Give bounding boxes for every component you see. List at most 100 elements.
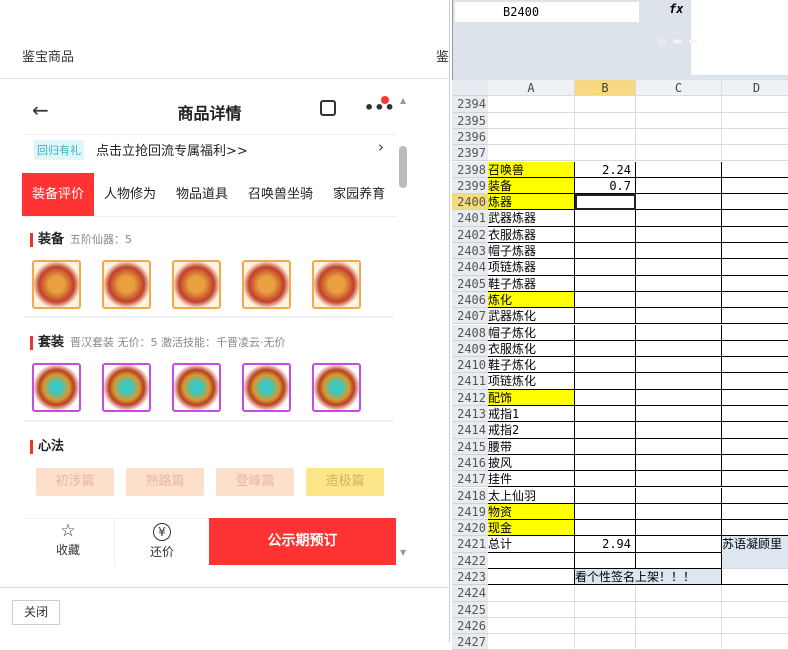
cell-c[interactable]: [636, 340, 722, 358]
row-header[interactable]: 2418: [452, 487, 488, 504]
row-header[interactable]: 2398: [452, 161, 488, 178]
cell-d[interactable]: [722, 569, 788, 586]
column-header[interactable]: A: [488, 80, 575, 97]
cell-b[interactable]: [575, 601, 636, 618]
row-header[interactable]: 2413: [452, 406, 488, 423]
cell-a[interactable]: 项链炼器: [488, 259, 575, 276]
cell-b[interactable]: [575, 389, 636, 406]
cell-d[interactable]: [722, 292, 788, 309]
row-header[interactable]: 2416: [452, 454, 488, 472]
cell-c[interactable]: [636, 454, 722, 472]
row-header[interactable]: 2424: [452, 585, 488, 602]
cell-d[interactable]: [722, 341, 788, 358]
cell-b[interactable]: [575, 340, 636, 358]
row-header[interactable]: 2409: [452, 340, 488, 358]
row-header[interactable]: 2395: [452, 112, 488, 129]
row-header[interactable]: 2407: [452, 308, 488, 325]
cell-c[interactable]: [636, 145, 722, 162]
promo-banner[interactable]: 回归有礼 点击立抢回流专属福利>> ›: [24, 134, 396, 162]
row-header[interactable]: 2403: [452, 243, 488, 260]
cell-c[interactable]: [636, 373, 722, 390]
cell-b[interactable]: [575, 226, 636, 243]
cell-d[interactable]: [722, 504, 788, 521]
cell-b[interactable]: 0.7: [575, 177, 636, 195]
formula-input[interactable]: [691, 0, 788, 75]
row-header[interactable]: 2426: [452, 617, 488, 635]
cell-a[interactable]: [488, 96, 575, 113]
cell-b[interactable]: [575, 96, 636, 113]
cell-c[interactable]: [636, 291, 722, 309]
equip-item-icon[interactable]: [312, 260, 361, 309]
suit-item-icon[interactable]: [312, 363, 361, 412]
cell-c[interactable]: [636, 128, 722, 146]
promo-text[interactable]: 点击立抢回流专属福利>>: [96, 140, 248, 159]
row-header[interactable]: 2408: [452, 324, 488, 341]
cell-a[interactable]: 戒指2: [488, 422, 575, 439]
cell-b[interactable]: [575, 503, 636, 521]
cell-b[interactable]: [575, 422, 636, 439]
cell-a[interactable]: 装备: [488, 177, 575, 195]
cell-b[interactable]: [575, 210, 636, 227]
cell-b[interactable]: [575, 275, 636, 292]
cell-d[interactable]: [722, 259, 788, 276]
cell-b[interactable]: [575, 617, 636, 635]
cell-c[interactable]: [636, 324, 722, 341]
cell-a[interactable]: 配饰: [488, 389, 575, 406]
equip-item-icon[interactable]: [242, 260, 291, 309]
cell-b[interactable]: [575, 194, 636, 211]
more-icon[interactable]: •••: [364, 98, 395, 117]
cell-a[interactable]: 衣服炼器: [488, 226, 575, 243]
cell-b[interactable]: [575, 357, 636, 374]
cell-c[interactable]: [636, 471, 722, 488]
cell-c[interactable]: [636, 226, 722, 243]
row-header[interactable]: 2399: [452, 177, 488, 195]
cell-a[interactable]: 炼器: [488, 194, 575, 211]
cell-c[interactable]: [636, 177, 722, 195]
cell-b[interactable]: [575, 438, 636, 455]
cell-c[interactable]: [636, 259, 722, 276]
cell-c[interactable]: [636, 210, 722, 227]
row-header[interactable]: 2402: [452, 226, 488, 243]
row-header[interactable]: 2415: [452, 438, 488, 455]
cell-a[interactable]: [488, 601, 575, 618]
cell-a[interactable]: 衣服炼化: [488, 340, 575, 358]
cell-c[interactable]: [636, 112, 722, 129]
cell-d[interactable]: [722, 406, 788, 423]
cell-a[interactable]: 挂件: [488, 471, 575, 488]
scroll-up-icon[interactable]: ▲: [400, 96, 406, 105]
tab-character[interactable]: 人物修为: [94, 173, 166, 216]
cell-d[interactable]: [722, 634, 788, 650]
cell-c[interactable]: [636, 406, 722, 423]
function-icon[interactable]: fx: [669, 2, 683, 16]
cell-a[interactable]: 披风: [488, 454, 575, 472]
equip-item-icon[interactable]: [32, 260, 81, 309]
cell-d[interactable]: [722, 439, 788, 455]
cell-d[interactable]: [722, 96, 788, 113]
cell-d[interactable]: [722, 129, 788, 146]
row-header[interactable]: 2423: [452, 569, 488, 586]
chevron-right-icon[interactable]: ›: [378, 138, 384, 156]
cell-b[interactable]: [575, 520, 636, 537]
column-header[interactable]: C: [636, 80, 722, 97]
row-header[interactable]: 2396: [452, 128, 488, 146]
cell-b[interactable]: [575, 471, 636, 488]
cell-d[interactable]: [722, 227, 788, 243]
row-header[interactable]: 2401: [452, 210, 488, 227]
row-header[interactable]: 2410: [452, 357, 488, 374]
equip-item-icon[interactable]: [172, 260, 221, 309]
select-all-corner[interactable]: [452, 80, 488, 97]
cell-d[interactable]: [722, 357, 788, 374]
cell-b[interactable]: [575, 145, 636, 162]
row-header[interactable]: 2404: [452, 259, 488, 276]
name-box[interactable]: B2400: [455, 2, 639, 22]
cell-a[interactable]: 召唤兽: [488, 161, 575, 178]
cell-a[interactable]: 总计: [488, 536, 575, 553]
cell-a[interactable]: 帽子炼器: [488, 243, 575, 260]
xinfa-item[interactable]: 初涉篇: [36, 468, 114, 496]
cell-c[interactable]: [636, 96, 722, 113]
cell-a[interactable]: 鞋子炼化: [488, 357, 575, 374]
cell-b[interactable]: [575, 585, 636, 602]
cell-d[interactable]: [722, 602, 788, 618]
cell-c[interactable]: [636, 601, 722, 618]
cell-d[interactable]: [722, 194, 788, 211]
